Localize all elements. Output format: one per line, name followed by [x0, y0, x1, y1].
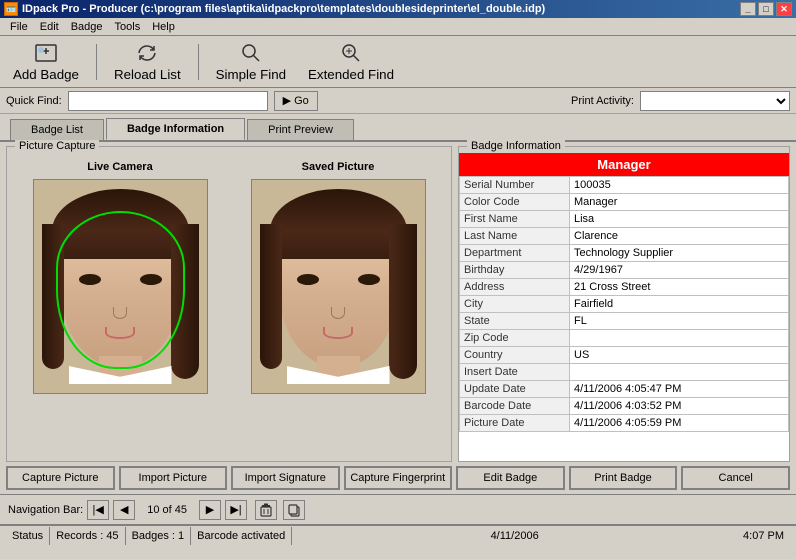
nav-last-button[interactable]: ▶|	[225, 500, 247, 520]
table-row: Barcode Date4/11/2006 4:03:52 PM	[460, 398, 789, 415]
badge-info-header: Manager	[459, 153, 789, 176]
extended-find-label: Extended Find	[308, 67, 394, 82]
print-activity-label: Print Activity:	[571, 95, 634, 107]
table-row: Update Date4/11/2006 4:05:47 PM	[460, 381, 789, 398]
close-button[interactable]: ✕	[776, 2, 792, 16]
live-camera-label: Live Camera	[87, 161, 152, 173]
navigation-label: Navigation Bar:	[8, 504, 83, 516]
table-row: Zip Code	[460, 330, 789, 347]
nav-delete-button[interactable]	[255, 500, 277, 520]
maximize-button[interactable]: □	[758, 2, 774, 16]
table-row: Serial Number100035	[460, 177, 789, 194]
edit-badge-button[interactable]: Edit Badge	[456, 466, 565, 490]
status-status: Status	[6, 527, 50, 545]
nav-first-button[interactable]: |◀	[87, 500, 109, 520]
go-icon: ▶	[283, 94, 291, 107]
table-row: Picture Date4/11/2006 4:05:59 PM	[460, 415, 789, 432]
extended-find-icon	[339, 41, 363, 65]
table-row: Color CodeManager	[460, 194, 789, 211]
status-bar: Status Records : 45 Badges : 1 Barcode a…	[0, 524, 796, 546]
extended-find-button[interactable]: Extended Find	[301, 38, 401, 85]
status-badges: Badges : 1	[126, 527, 192, 545]
nav-prev-button[interactable]: ◀	[113, 500, 135, 520]
print-badge-button[interactable]: Print Badge	[569, 466, 678, 490]
table-row: Birthday4/29/1967	[460, 262, 789, 279]
badge-info-scroll[interactable]: Serial Number100035Color CodeManagerFirs…	[459, 176, 789, 461]
import-picture-button[interactable]: Import Picture	[119, 466, 228, 490]
status-barcode: Barcode activated	[191, 527, 292, 545]
nav-copy-button[interactable]	[283, 500, 305, 520]
menu-file[interactable]: File	[4, 19, 34, 35]
add-badge-label: Add Badge	[13, 67, 79, 82]
cancel-button[interactable]: Cancel	[681, 466, 790, 490]
tab-badge-information[interactable]: Badge Information	[106, 118, 245, 140]
simple-find-icon	[239, 41, 263, 65]
reload-list-button[interactable]: Reload List	[107, 38, 188, 85]
table-row: StateFL	[460, 313, 789, 330]
table-row: Address21 Cross Street	[460, 279, 789, 296]
toolbar-separator	[96, 44, 97, 80]
picture-capture-title: Picture Capture	[15, 140, 99, 152]
navigation-bar: Navigation Bar: |◀ ◀ 10 of 45 ▶ ▶|	[0, 494, 796, 524]
simple-find-label: Simple Find	[216, 67, 286, 82]
menu-tools[interactable]: Tools	[109, 19, 147, 35]
picture-capture-panel: Picture Capture Live Camera	[6, 146, 452, 462]
nav-next-button[interactable]: ▶	[199, 500, 221, 520]
live-camera-column: Live Camera	[33, 161, 208, 394]
capture-fingerprint-button[interactable]: Capture Fingerprint	[344, 466, 453, 490]
menu-edit[interactable]: Edit	[34, 19, 65, 35]
go-label: Go	[294, 95, 309, 107]
table-row: Insert Date	[460, 364, 789, 381]
badge-info-title: Badge Information	[467, 140, 565, 152]
toolbar: Add Badge Reload List Simple Find Extend…	[0, 36, 796, 88]
saved-picture-column: Saved Picture	[251, 161, 426, 394]
saved-picture-frame	[251, 179, 426, 394]
go-button[interactable]: ▶ Go	[274, 91, 318, 111]
badge-info-table: Serial Number100035Color CodeManagerFirs…	[459, 176, 789, 432]
simple-find-button[interactable]: Simple Find	[209, 38, 293, 85]
minimize-button[interactable]: _	[740, 2, 756, 16]
table-row: CountryUS	[460, 347, 789, 364]
quickfind-bar: Quick Find: ▶ Go Print Activity:	[0, 88, 796, 114]
quickfind-input[interactable]	[68, 91, 268, 111]
print-activity-select[interactable]	[640, 91, 790, 111]
live-camera-frame	[33, 179, 208, 394]
capture-picture-button[interactable]: Capture Picture	[6, 466, 115, 490]
quickfind-label: Quick Find:	[6, 95, 62, 107]
tab-print-preview[interactable]: Print Preview	[247, 119, 354, 140]
menu-help[interactable]: Help	[146, 19, 181, 35]
tabs-bar: Badge List Badge Information Print Previ…	[4, 114, 792, 140]
app-icon: 🪪	[4, 2, 18, 16]
reload-icon	[135, 41, 159, 65]
table-row: First NameLisa	[460, 211, 789, 228]
title-bar-text: IDpack Pro - Producer (c:\program files\…	[22, 3, 545, 15]
reload-list-label: Reload List	[114, 67, 181, 82]
add-badge-icon	[34, 41, 58, 65]
saved-picture-label: Saved Picture	[302, 161, 375, 173]
table-row: DepartmentTechnology Supplier	[460, 245, 789, 262]
status-records: Records : 45	[50, 527, 125, 545]
title-bar: 🪪 IDpack Pro - Producer (c:\program file…	[0, 0, 796, 18]
table-row: Last NameClarence	[460, 228, 789, 245]
import-signature-button[interactable]: Import Signature	[231, 466, 340, 490]
status-time: 4:07 PM	[737, 527, 790, 545]
menu-badge[interactable]: Badge	[65, 19, 109, 35]
menu-bar: File Edit Badge Tools Help	[0, 18, 796, 36]
status-date: 4/11/2006	[485, 527, 545, 545]
add-badge-button[interactable]: Add Badge	[6, 38, 86, 85]
tab-badge-list[interactable]: Badge List	[10, 119, 104, 140]
badge-info-panel: Badge Information Manager Serial Number1…	[458, 146, 790, 462]
toolbar-separator-2	[198, 44, 199, 80]
navigation-record-info: 10 of 45	[139, 504, 195, 516]
table-row: CityFairfield	[460, 296, 789, 313]
